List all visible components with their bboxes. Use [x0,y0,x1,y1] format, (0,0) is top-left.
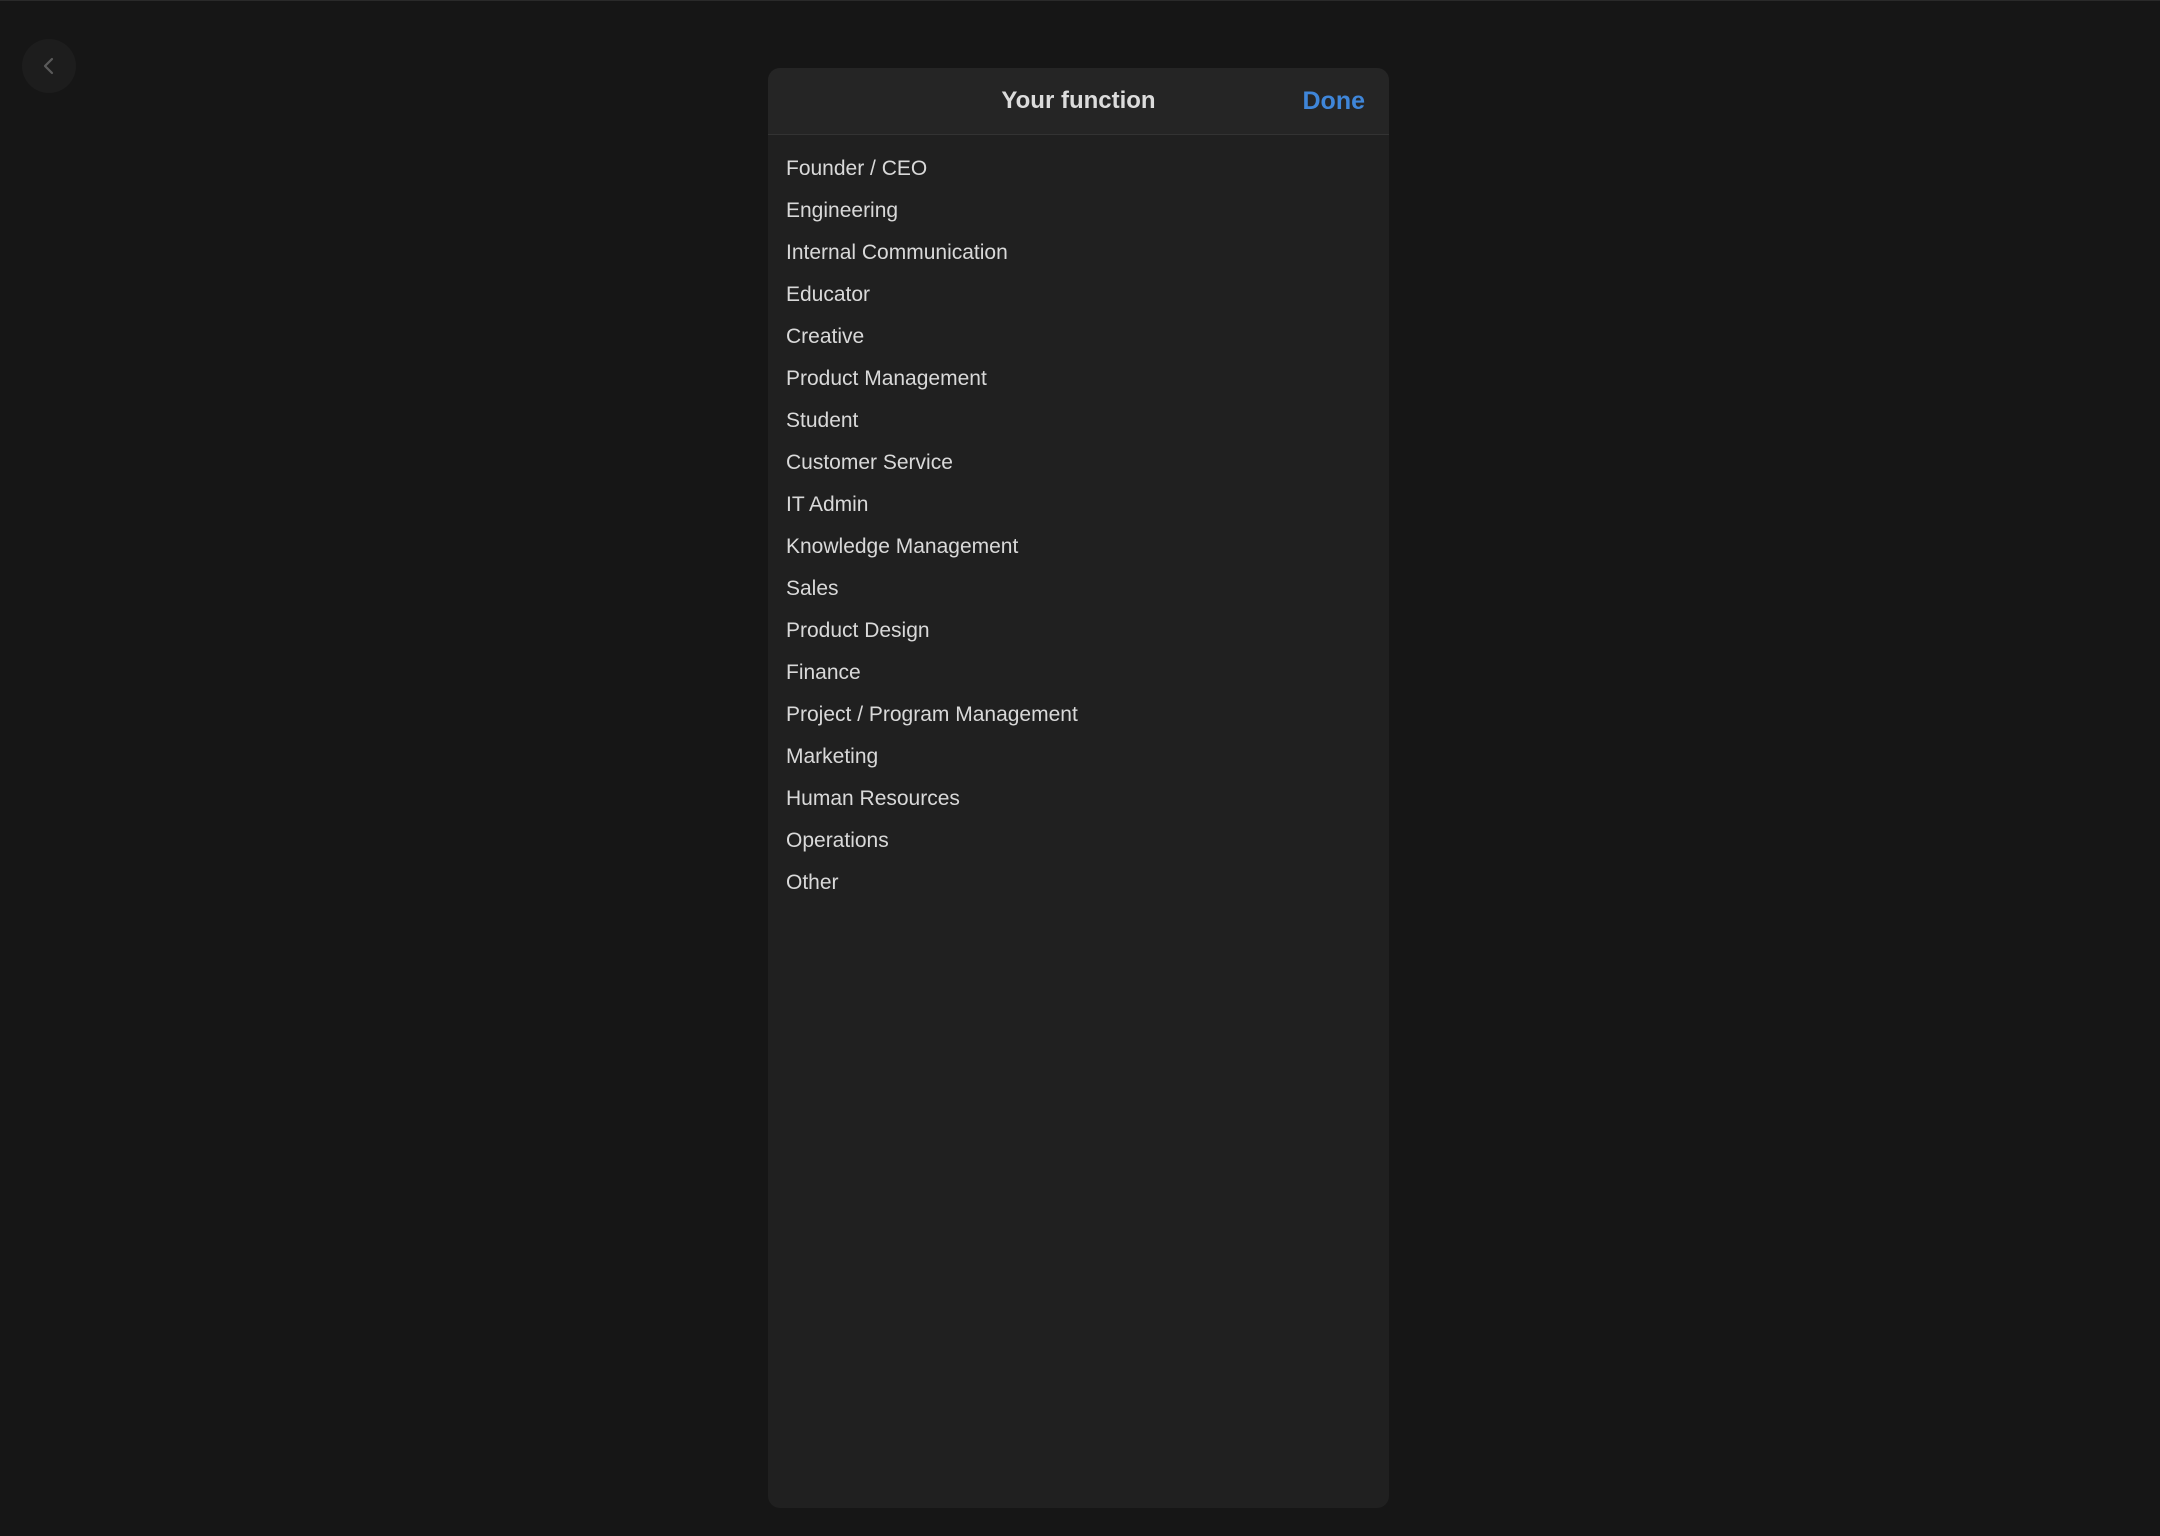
function-option[interactable]: Finance [768,652,1389,694]
sheet-title: Your function [1001,87,1156,114]
back-button[interactable] [22,39,76,93]
done-button[interactable]: Done [1303,68,1366,134]
function-option[interactable]: Product Management [768,358,1389,400]
function-option[interactable]: Student [768,400,1389,442]
function-option[interactable]: Engineering [768,190,1389,232]
function-option[interactable]: Other [768,862,1389,904]
function-option[interactable]: Educator [768,274,1389,316]
function-list: Founder / CEO Engineering Internal Commu… [768,135,1389,904]
sheet-header: Your function Done [768,68,1389,135]
function-option[interactable]: Founder / CEO [768,148,1389,190]
function-option[interactable]: Operations [768,820,1389,862]
onboarding-screen: Your function Done Founder / CEO Enginee… [0,0,2160,1536]
function-option[interactable]: Internal Communication [768,232,1389,274]
function-option[interactable]: Knowledge Management [768,526,1389,568]
function-option[interactable]: Sales [768,568,1389,610]
function-option[interactable]: Project / Program Management [768,694,1389,736]
function-option[interactable]: IT Admin [768,484,1389,526]
function-option[interactable]: Marketing [768,736,1389,778]
function-option[interactable]: Customer Service [768,442,1389,484]
function-option[interactable]: Creative [768,316,1389,358]
function-picker-sheet: Your function Done Founder / CEO Enginee… [768,68,1389,1508]
chevron-left-icon [38,55,60,77]
function-option[interactable]: Human Resources [768,778,1389,820]
function-option[interactable]: Product Design [768,610,1389,652]
